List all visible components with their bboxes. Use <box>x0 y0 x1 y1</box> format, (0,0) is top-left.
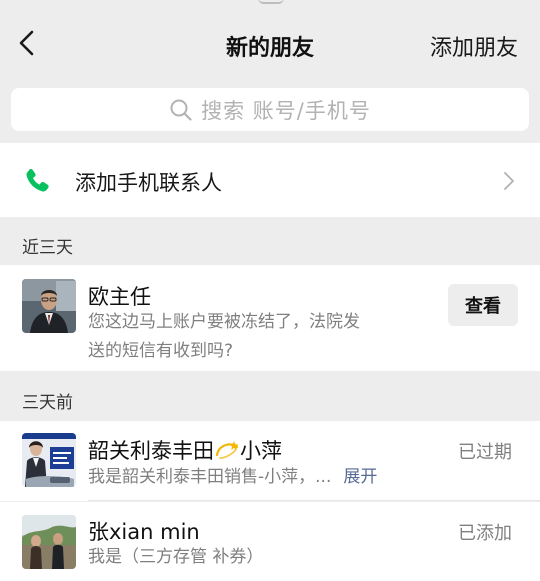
avatar <box>22 279 76 333</box>
status-bar-notch <box>258 0 284 4</box>
view-button[interactable]: 查看 <box>448 284 518 326</box>
avatar <box>22 433 76 487</box>
dizzy-star-emoji-icon <box>215 441 239 459</box>
friend-name: 张xian min <box>88 520 200 544</box>
search-input[interactable]: 搜索 账号/手机号 <box>11 88 529 131</box>
status-expired: 已过期 <box>458 442 512 463</box>
friend-request-row[interactable]: 欧主任 您这边马上账户要被冻结了，法院发 送的短信有收到吗? 查看 <box>0 265 540 371</box>
expand-link[interactable]: 展开 <box>343 467 377 487</box>
friend-name: 欧主任 <box>88 285 151 309</box>
search-icon <box>170 99 192 121</box>
friend-name: 韶关利泰丰田 小萍 <box>88 439 282 463</box>
section-header-recent: 近三天 <box>22 238 73 258</box>
status-added: 已添加 <box>458 523 512 544</box>
friend-request-row[interactable]: 韶关利泰丰田 小萍 我是韶关利泰丰田销售-小萍，... 展开 已过期 <box>0 421 540 501</box>
add-phone-contacts-row[interactable]: 添加手机联系人 <box>0 143 540 217</box>
navigation-bar: 新的朋友 添加朋友 <box>0 10 540 78</box>
chevron-right-icon <box>504 172 514 190</box>
avatar <box>22 515 76 569</box>
row-divider <box>88 500 540 501</box>
status-bar <box>0 0 540 10</box>
search-placeholder: 搜索 账号/手机号 <box>201 98 371 123</box>
phone-icon <box>26 169 49 192</box>
add-friend-button[interactable]: 添加朋友 <box>430 30 518 62</box>
friend-request-row[interactable]: 张xian min 我是（三方存管 补券） 已添加 <box>0 502 540 581</box>
friend-request-message: 您这边马上账户要被冻结了，法院发 送的短信有收到吗? <box>88 312 360 361</box>
friend-request-message: 我是（三方存管 补券） <box>88 547 264 567</box>
add-phone-contacts-label: 添加手机联系人 <box>75 171 222 195</box>
friend-request-message: 我是韶关利泰丰田销售-小萍，... 展开 <box>88 467 378 487</box>
section-header-older: 三天前 <box>22 393 73 413</box>
